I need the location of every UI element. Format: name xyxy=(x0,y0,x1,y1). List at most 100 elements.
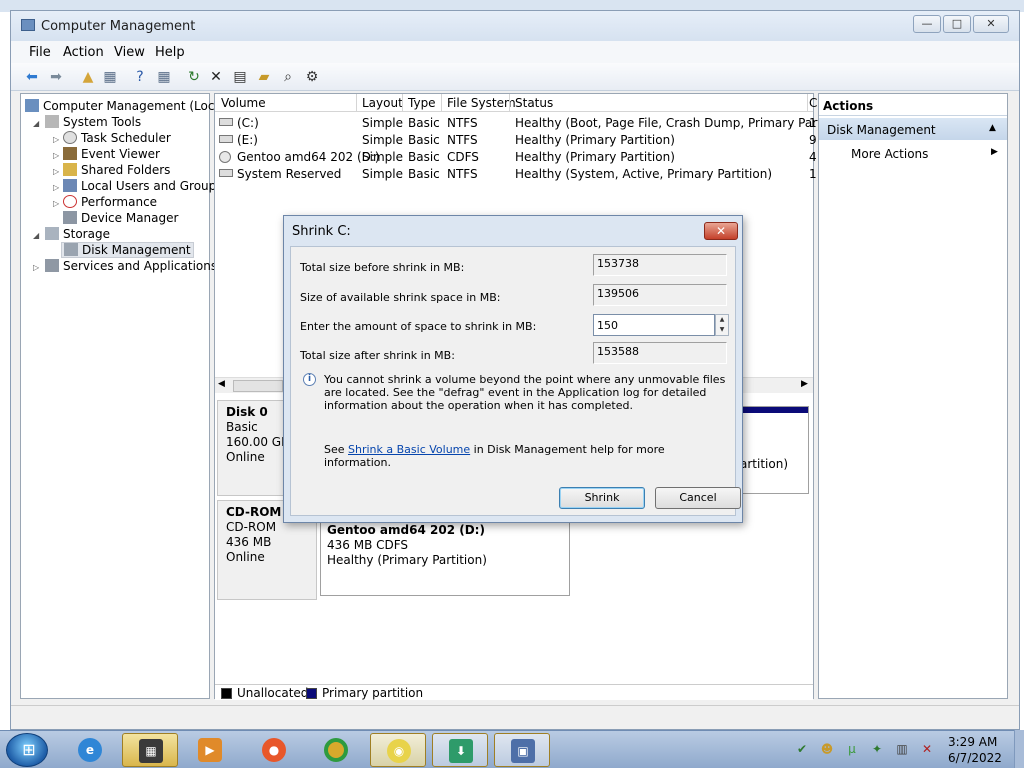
primary-partition-bar xyxy=(736,407,808,413)
column-layout[interactable]: Layout xyxy=(362,96,403,110)
delete-icon[interactable]: ✕ xyxy=(207,68,225,86)
more-actions-item[interactable]: More Actions ▶ xyxy=(819,142,1007,164)
volume-drive-icon xyxy=(219,118,233,126)
torrent-tray-icon[interactable]: µ xyxy=(845,742,859,756)
tree-item-device-manager[interactable]: Device Manager xyxy=(63,211,178,225)
back-arrow-icon[interactable]: ⬅ xyxy=(23,68,41,86)
scroll-left-icon[interactable]: ◀ xyxy=(218,379,225,389)
volume-row[interactable]: Gentoo amd64 202 (D:) Simple Basic CDFS … xyxy=(215,149,817,166)
collapse-arrow-icon[interactable]: ◢ xyxy=(33,119,39,128)
shrink-amount-input[interactable] xyxy=(593,314,715,336)
show-hide-action-pane-icon[interactable]: ▦ xyxy=(155,68,173,86)
spin-up-icon[interactable]: ▲ xyxy=(716,315,728,325)
help-icon[interactable]: ? xyxy=(131,68,149,86)
properties-icon[interactable]: ▤ xyxy=(231,68,249,86)
up-folder-icon[interactable]: ▲ xyxy=(79,68,97,86)
tree-item-shared-folders[interactable]: Shared Folders xyxy=(63,163,170,177)
refresh-icon[interactable]: ↻ xyxy=(185,68,203,86)
volume-muted-tray-icon[interactable]: ✕ xyxy=(920,742,934,756)
volume-status: Healthy (System, Active, Primary Partiti… xyxy=(515,167,773,181)
chrome-icon[interactable] xyxy=(308,733,364,767)
column-divider[interactable] xyxy=(509,94,510,112)
help-prefix: See xyxy=(324,443,349,456)
column-capacity[interactable]: C xyxy=(809,96,817,110)
menu-view[interactable]: View xyxy=(114,45,145,60)
title-bar[interactable]: Computer Management — □ ✕ xyxy=(11,11,1019,41)
tree-item-label: Shared Folders xyxy=(81,163,171,177)
network-tool-icon[interactable]: ▣ xyxy=(494,733,550,767)
expand-arrow-icon[interactable]: ▷ xyxy=(53,183,59,192)
column-type[interactable]: Type xyxy=(408,96,436,110)
partition-e[interactable]: artition) xyxy=(735,406,809,494)
cancel-button[interactable]: Cancel xyxy=(655,487,741,509)
start-button[interactable]: ⊞ xyxy=(6,733,48,767)
close-button[interactable]: ✕ xyxy=(973,15,1009,33)
clock-date[interactable]: 6/7/2022 xyxy=(948,751,1002,765)
volume-row[interactable]: (C:) Simple Basic NTFS Healthy (Boot, Pa… xyxy=(215,115,853,132)
disk-state: Online xyxy=(226,550,265,564)
settings-icon[interactable]: ⚙ xyxy=(303,68,321,86)
tree-item-event-viewer[interactable]: Event Viewer xyxy=(63,147,160,161)
volume-row[interactable]: (E:) Simple Basic NTFS Healthy (Primary … xyxy=(215,132,817,149)
tree-item-system-tools[interactable]: System Tools xyxy=(45,115,141,129)
network-tray-icon[interactable]: ▥ xyxy=(895,742,909,756)
forward-arrow-icon[interactable]: ➡ xyxy=(47,68,65,86)
menu-action[interactable]: Action xyxy=(63,45,104,60)
scrollbar-thumb[interactable] xyxy=(233,380,283,392)
expand-arrow-icon[interactable]: ▷ xyxy=(53,135,59,144)
shrink-help-link[interactable]: Shrink a Basic Volume xyxy=(348,443,470,456)
maximize-button[interactable]: □ xyxy=(943,15,971,33)
expand-arrow-icon[interactable]: ▷ xyxy=(53,167,59,176)
tree-item-root[interactable]: Computer Management (Local) xyxy=(25,99,230,113)
show-hide-tree-icon[interactable]: ▦ xyxy=(101,68,119,86)
menu-file[interactable]: File xyxy=(29,45,51,60)
expand-arrow-icon[interactable]: ▷ xyxy=(33,263,39,272)
tree-item-label: Device Manager xyxy=(81,211,179,225)
network-share-tray-icon[interactable]: ✦ xyxy=(870,742,884,756)
clock-icon xyxy=(63,131,77,144)
expand-arrow-icon[interactable]: ▷ xyxy=(53,151,59,160)
shrink-button[interactable]: Shrink xyxy=(559,487,645,509)
tree-item-label: Performance xyxy=(81,195,158,209)
tree-item-local-users[interactable]: Local Users and Groups xyxy=(63,179,223,193)
column-divider[interactable] xyxy=(356,94,357,112)
actions-section-disk-management[interactable]: Disk Management ▲ xyxy=(819,118,1007,140)
spin-down-icon[interactable]: ▼ xyxy=(716,325,728,335)
search-icon[interactable]: ⌕ xyxy=(279,68,297,86)
collapse-arrow-icon[interactable]: ◢ xyxy=(33,231,39,240)
internet-explorer-icon[interactable]: e xyxy=(62,733,118,767)
computer-management-taskbar-icon[interactable]: ▦ xyxy=(122,733,178,767)
installer-icon[interactable]: ⬇ xyxy=(432,733,488,767)
dialog-close-button[interactable]: ✕ xyxy=(704,222,738,240)
firefox-icon[interactable]: ● xyxy=(246,733,302,767)
media-player-icon[interactable]: ▶ xyxy=(182,733,238,767)
security-tray-icon[interactable]: ✔ xyxy=(795,742,809,756)
chrome-glyph xyxy=(324,738,348,762)
column-volume[interactable]: Volume xyxy=(221,96,266,110)
column-divider[interactable] xyxy=(402,94,403,112)
tree-item-services[interactable]: Services and Applications xyxy=(45,259,217,273)
menu-help[interactable]: Help xyxy=(155,45,185,60)
expand-arrow-icon[interactable]: ▷ xyxy=(53,199,59,208)
scroll-right-icon[interactable]: ▶ xyxy=(801,379,808,389)
clock-time[interactable]: 3:29 AM xyxy=(948,735,997,749)
installer-glyph: ⬇ xyxy=(449,739,473,763)
tree-item-disk-management[interactable]: Disk Management xyxy=(61,242,194,258)
windows-logo-icon: ⊞ xyxy=(22,740,36,759)
column-status[interactable]: Status xyxy=(515,96,553,110)
tree-item-storage[interactable]: Storage xyxy=(45,227,110,241)
tree-item-performance[interactable]: Performance xyxy=(63,195,157,209)
column-divider[interactable] xyxy=(807,94,808,112)
volume-row[interactable]: System Reserved Simple Basic NTFS Health… xyxy=(215,166,817,183)
user-tray-icon[interactable]: ☻ xyxy=(820,742,834,756)
column-file-system[interactable]: File System xyxy=(447,96,516,110)
tree-item-task-scheduler[interactable]: Task Scheduler xyxy=(63,131,171,145)
collapse-up-icon[interactable]: ▲ xyxy=(989,123,996,133)
minimize-button[interactable]: — xyxy=(913,15,941,33)
show-desktop-button[interactable] xyxy=(1014,730,1024,768)
shrink-amount-stepper[interactable]: ▲ ▼ xyxy=(715,314,729,336)
open-icon[interactable]: ▰ xyxy=(255,68,273,86)
device-manager-icon xyxy=(63,211,77,224)
disc-burner-icon[interactable]: ◉ xyxy=(370,733,426,767)
column-divider[interactable] xyxy=(441,94,442,112)
